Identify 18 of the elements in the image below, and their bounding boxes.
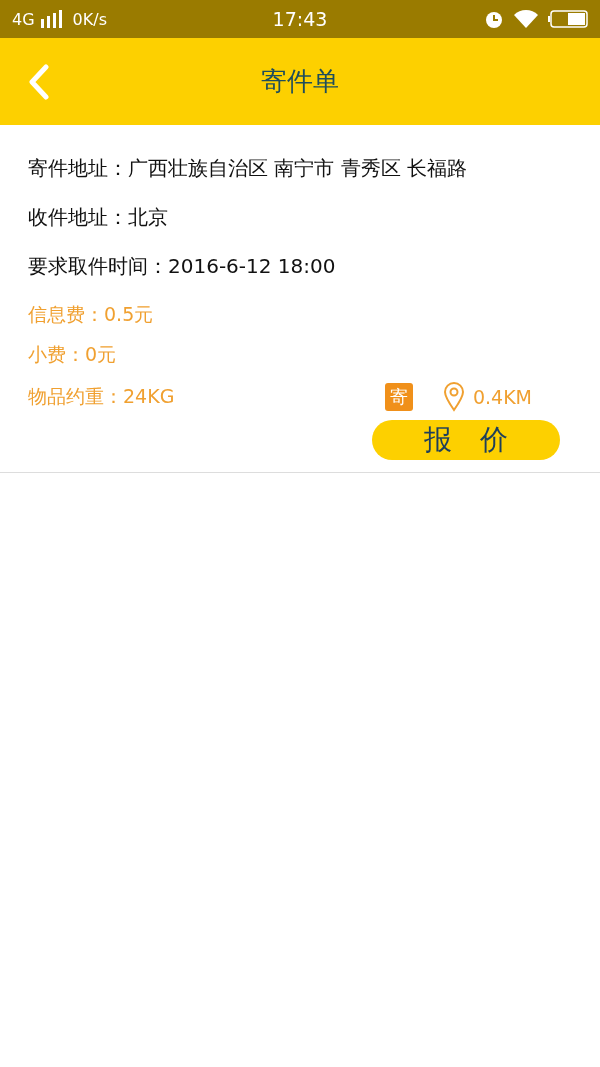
order-field: 收件地址：北京 [28, 204, 572, 231]
wifi-icon [514, 10, 538, 28]
battery-icon [548, 10, 588, 28]
network-type: 4G [12, 9, 35, 29]
weight-text: 物品约重：24KG [28, 384, 176, 409]
order-field: 寄件地址：广西壮族自治区 南宁市 青秀区 长福路 [28, 155, 572, 182]
order-field: 小费：0元 [28, 342, 572, 368]
network-speed: 0K/s [72, 9, 107, 29]
distance-text: 0.4KM [472, 386, 532, 408]
alarm-icon [484, 9, 504, 29]
location-pin-icon [442, 382, 465, 412]
order-field: 要求取件时间：2016-6-12 18:00 [28, 253, 572, 280]
send-badge: 寄 [384, 383, 413, 411]
back-icon[interactable] [28, 64, 50, 100]
clock-time: 17:43 [271, 8, 329, 30]
page-title: 寄件单 [261, 65, 339, 98]
quote-button[interactable]: 报 价 [372, 420, 560, 460]
order-field: 信息费：0.5元 [28, 302, 572, 328]
